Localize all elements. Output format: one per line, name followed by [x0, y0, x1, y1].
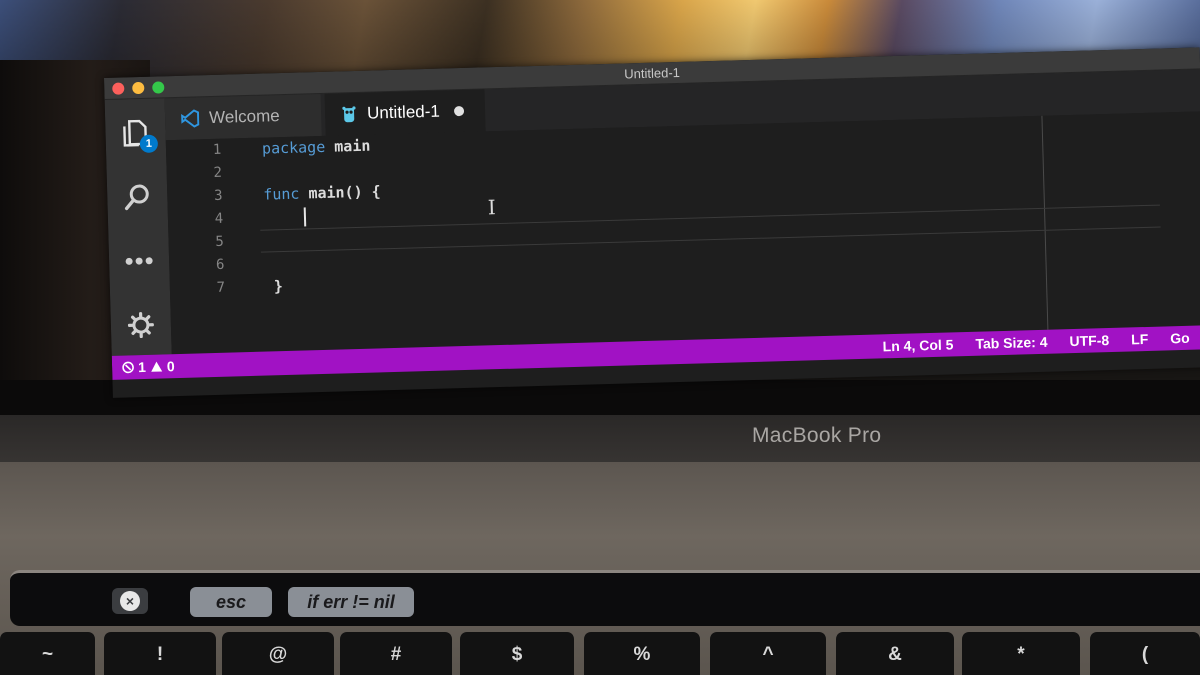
touchbar-close-button[interactable]: × — [112, 588, 148, 614]
error-count: 1 — [137, 358, 147, 376]
line-ending[interactable]: LF — [1131, 331, 1149, 347]
ibeam-cursor-icon: I — [487, 195, 496, 220]
brace-token: } — [273, 277, 284, 296]
tab-welcome[interactable]: Welcome — [164, 93, 322, 141]
key-2[interactable]: @ — [222, 632, 334, 675]
key-7[interactable]: & — [836, 632, 954, 675]
file-encoding[interactable]: UTF-8 — [1069, 332, 1109, 349]
key-3[interactable]: # — [340, 632, 452, 675]
key-4[interactable]: $ — [460, 632, 574, 675]
keyword-token: package — [261, 137, 326, 158]
gear-icon — [127, 311, 155, 339]
explorer-button[interactable]: 1 — [119, 117, 159, 154]
error-icon — [122, 361, 134, 374]
tab-size[interactable]: Tab Size: 4 — [975, 334, 1048, 352]
line-number: 3 — [213, 187, 223, 204]
identifier-token: main() { — [299, 182, 381, 203]
key-9[interactable]: ( — [1090, 632, 1200, 675]
keyboard-number-row: ~ ! @ # $ % ^ & * ( — [0, 632, 1200, 675]
search-icon — [124, 184, 149, 211]
more-button[interactable] — [123, 245, 156, 278]
cursor-position[interactable]: Ln 4, Col 5 — [882, 336, 953, 354]
unsaved-dot-icon[interactable] — [453, 105, 464, 117]
line-number: 6 — [215, 256, 225, 273]
activity-bar: 1 — [104, 98, 172, 356]
line-number: 7 — [216, 279, 226, 296]
tab-label: Untitled-1 — [366, 101, 441, 123]
search-button[interactable] — [121, 181, 154, 214]
key-8[interactable]: * — [962, 632, 1080, 675]
tab-label: Welcome — [208, 106, 280, 128]
touch-bar — [10, 570, 1200, 626]
line-number: 1 — [212, 141, 222, 158]
warning-icon — [151, 361, 163, 372]
keyword-token: func — [263, 184, 300, 204]
editor-window: Untitled-1 1 Welcome Untitled-1 1 packag… — [104, 47, 1200, 398]
problems-indicator[interactable]: 1 0 — [122, 358, 175, 375]
vscode-logo-icon — [181, 109, 200, 128]
settings-button[interactable] — [124, 309, 157, 342]
brand-label: MacBook Pro — [752, 424, 882, 447]
explorer-badge: 1 — [139, 134, 159, 154]
language-mode[interactable]: Go — [1170, 330, 1190, 347]
line-number: 5 — [215, 233, 225, 250]
warning-count: 0 — [166, 358, 175, 375]
status-items: Ln 4, Col 5 Tab Size: 4 UTF-8 LF Go — [882, 330, 1189, 355]
close-icon: × — [120, 591, 140, 611]
key-tilde[interactable]: ~ — [0, 632, 95, 675]
tab-untitled[interactable]: Untitled-1 — [324, 89, 486, 136]
line-code: package main — [262, 137, 371, 158]
touchbar-esc-button[interactable]: esc — [190, 587, 272, 617]
go-file-icon — [341, 105, 357, 123]
key-5[interactable]: % — [584, 632, 700, 675]
line-number: 2 — [213, 164, 223, 181]
line-code: } — [274, 277, 284, 295]
key-1[interactable]: ! — [104, 632, 216, 675]
identifier-token: main — [324, 136, 371, 156]
line-number: 4 — [214, 210, 224, 227]
touchbar-suggestion-button[interactable]: if err != nil — [288, 587, 414, 617]
code-editor[interactable]: 1 package main 2 3 func main() { 4 5 6 7… — [165, 111, 1200, 355]
key-6[interactable]: ^ — [710, 632, 826, 675]
line-code: func main() { — [263, 182, 381, 203]
more-icon — [125, 257, 153, 265]
